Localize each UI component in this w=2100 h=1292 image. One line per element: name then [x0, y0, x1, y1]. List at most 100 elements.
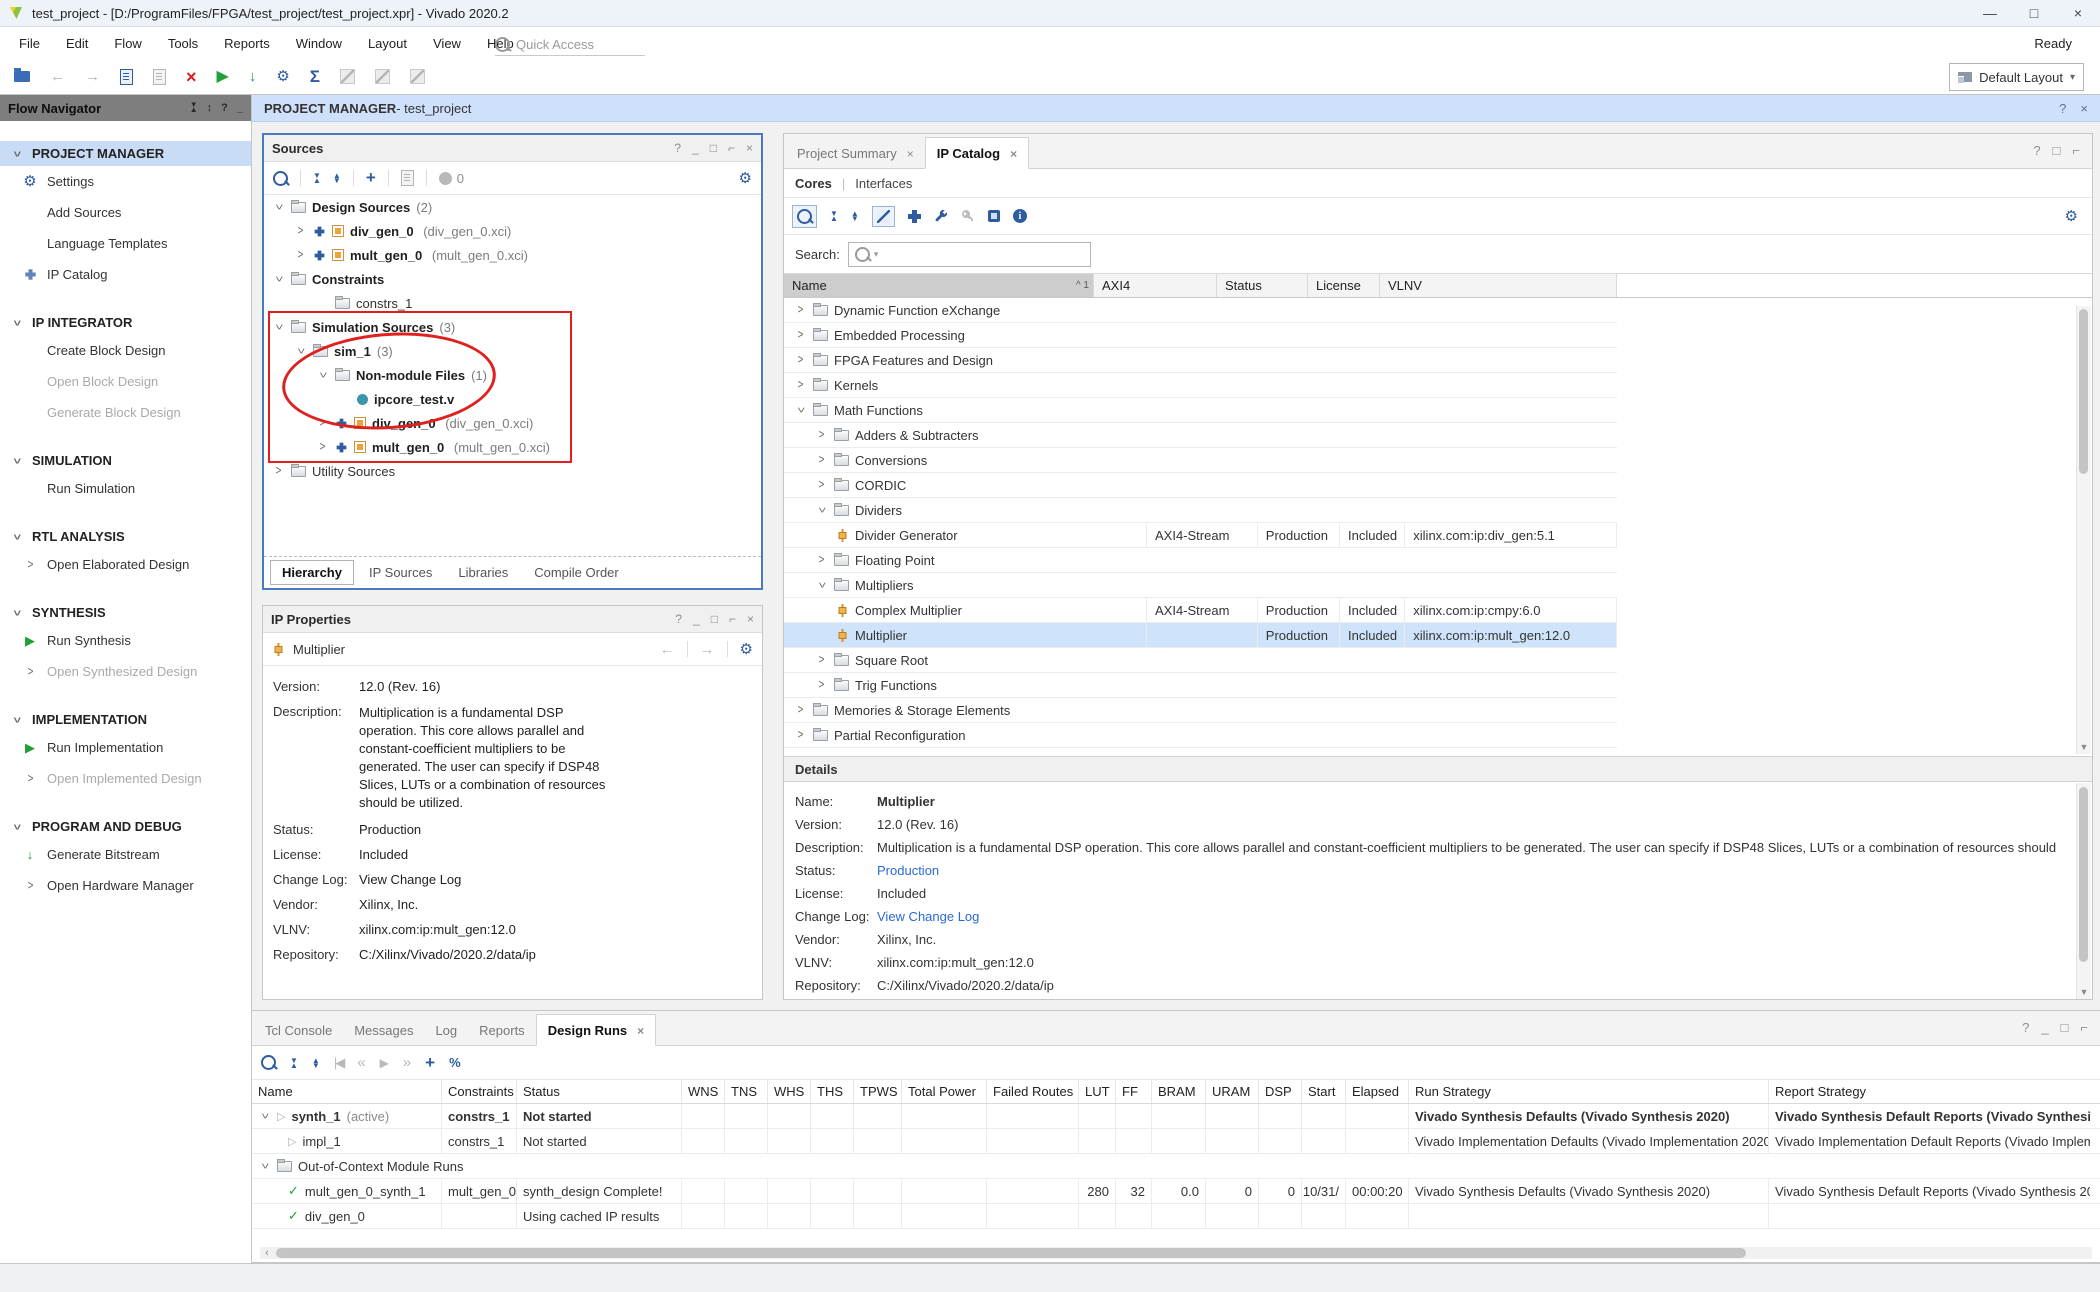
flow-nav-item-open-implemented-design[interactable]: >Open Implemented Design — [0, 763, 251, 794]
tab-hierarchy[interactable]: Hierarchy — [270, 560, 354, 585]
maximize-button[interactable]: □ — [2012, 0, 2056, 26]
float-panel-icon[interactable]: ⌐ — [728, 141, 735, 155]
column-header-lut[interactable]: LUT — [1079, 1080, 1116, 1103]
minimize-panel-icon[interactable]: _ — [692, 141, 699, 155]
flow-nav-item-open-synthesized-design[interactable]: >Open Synthesized Design — [0, 656, 251, 687]
column-header-ths[interactable]: THS — [811, 1080, 854, 1103]
property-link[interactable]: View Change Log — [359, 872, 461, 887]
detail-link[interactable]: Production — [877, 863, 939, 878]
run-row-out-of-context-module-runs[interactable]: >Out-of-Context Module Runs — [252, 1154, 2100, 1179]
collapse-all-icon[interactable]: ▼▲ — [290, 1058, 298, 1068]
open-project-icon[interactable] — [14, 71, 30, 82]
flow-nav-item-add-sources[interactable]: Add Sources — [0, 197, 251, 228]
close-icon[interactable]: × — [1010, 147, 1017, 161]
flow-nav-item-ip-catalog[interactable]: IP Catalog — [0, 259, 251, 290]
flow-nav-section-implementation[interactable]: >IMPLEMENTATION — [0, 707, 251, 732]
flow-nav-section-ip-integrator[interactable]: >IP INTEGRATOR — [0, 310, 251, 335]
vertical-scrollbar[interactable]: ▼ — [2076, 306, 2091, 754]
column-header-start[interactable]: Start — [1302, 1080, 1346, 1103]
tree-item-div-gen-0[interactable]: >div_gen_0 (div_gen_0.xci) — [264, 219, 761, 243]
redo-icon[interactable]: → — [85, 69, 100, 84]
tree-item-ipcore-test-v[interactable]: >ipcore_test.v — [264, 387, 761, 411]
run-icon[interactable]: ▶ — [217, 69, 229, 85]
collapse-all-icon[interactable]: ▼▲ — [190, 102, 198, 114]
collapse-all-icon[interactable]: ▼▲ — [830, 211, 838, 221]
minimize-panel-icon[interactable]: _ — [2041, 1020, 2048, 1035]
catalog-row-dynamic-function-exchange[interactable]: >Dynamic Function eXchange — [784, 298, 1617, 323]
expand-all-icon[interactable]: ▲▼ — [312, 1058, 320, 1068]
flow-nav-item-generate-bitstream[interactable]: ↓Generate Bitstream — [0, 839, 251, 870]
column-header-axi4[interactable]: AXI4 — [1094, 274, 1217, 297]
float-panel-icon[interactable]: ⌐ — [729, 612, 736, 626]
menu-view[interactable]: View — [420, 36, 474, 51]
tab-compile-order[interactable]: Compile Order — [523, 561, 630, 584]
flow-nav-section-simulation[interactable]: >SIMULATION — [0, 448, 251, 473]
tree-item-design-sources[interactable]: >Design Sources(2) — [264, 195, 761, 219]
ip-packager-icon[interactable] — [988, 210, 1000, 222]
column-header-report_strategy[interactable]: Report Strategy — [1769, 1080, 2090, 1103]
scroll-down-icon[interactable]: ▼ — [2077, 740, 2091, 754]
minimize-button[interactable]: — — [1968, 0, 2012, 26]
catalog-row-divider-generator[interactable]: Divider GeneratorAXI4-StreamProductionIn… — [784, 523, 1617, 548]
tree-item-constraints[interactable]: >Constraints — [264, 267, 761, 291]
close-icon[interactable]: × — [637, 1024, 644, 1038]
column-header-name[interactable]: Name^ 1 — [784, 274, 1094, 297]
catalog-row-multiplier[interactable]: MultiplierProductionIncludedxilinx.com:i… — [784, 623, 1617, 648]
run-row-div-gen-0[interactable]: ✓div_gen_0Using cached IP results — [252, 1204, 2100, 1229]
tab-reports[interactable]: Reports — [468, 1015, 536, 1045]
close-icon[interactable]: × — [746, 141, 753, 155]
close-icon[interactable]: × — [2080, 101, 2088, 116]
flow-nav-section-program-and-debug[interactable]: >PROGRAM AND DEBUG — [0, 814, 251, 839]
run-row-synth-1[interactable]: >▷synth_1 (active)constrs_1Not startedVi… — [252, 1104, 2100, 1129]
flow-nav-item-open-hardware-manager[interactable]: >Open Hardware Manager — [0, 870, 251, 901]
close-icon[interactable]: × — [747, 612, 754, 626]
horizontal-scrollbar[interactable]: ‹ — [260, 1247, 2092, 1259]
catalog-row-kernels[interactable]: >Kernels — [784, 373, 1617, 398]
save-icon[interactable] — [120, 69, 133, 85]
catalog-row-memories-storage-elements[interactable]: >Memories & Storage Elements — [784, 698, 1617, 723]
help-icon[interactable]: ? — [221, 102, 228, 114]
help-icon[interactable]: ? — [674, 141, 681, 155]
flow-nav-item-open-elaborated-design[interactable]: >Open Elaborated Design — [0, 549, 251, 580]
tree-item-non-module-files[interactable]: >Non-module Files(1) — [264, 363, 761, 387]
menu-layout[interactable]: Layout — [355, 36, 420, 51]
column-header-tpws[interactable]: TPWS — [854, 1080, 902, 1103]
expand-all-icon[interactable]: ▲▼ — [333, 173, 341, 183]
column-header-name[interactable]: Name — [252, 1080, 442, 1103]
scroll-left-icon[interactable]: ‹ — [260, 1247, 274, 1259]
maximize-panel-icon[interactable]: □ — [711, 612, 718, 626]
column-header-status[interactable]: Status — [1217, 274, 1308, 297]
column-header-status[interactable]: Status — [517, 1080, 682, 1103]
minimize-panel-icon[interactable]: _ — [237, 102, 243, 114]
gear-icon[interactable]: ⚙ — [739, 171, 752, 186]
menu-flow[interactable]: Flow — [101, 36, 154, 51]
copy-icon[interactable] — [153, 69, 166, 85]
column-header-bram[interactable]: BRAM — [1152, 1080, 1206, 1103]
column-header-failed_routes[interactable]: Failed Routes — [987, 1080, 1079, 1103]
flow-nav-item-open-block-design[interactable]: Open Block Design — [0, 366, 251, 397]
collapse-all-icon[interactable]: ▼▲ — [313, 173, 321, 183]
tree-item-simulation-sources[interactable]: >Simulation Sources(3) — [264, 315, 761, 339]
catalog-row-floating-point[interactable]: >Floating Point — [784, 548, 1617, 573]
tab-log[interactable]: Log — [424, 1015, 468, 1045]
catalog-row-adders-subtracters[interactable]: >Adders & Subtracters — [784, 423, 1617, 448]
vertical-scrollbar[interactable]: ▼ — [2076, 783, 2091, 999]
percent-icon[interactable]: % — [449, 1055, 461, 1070]
catalog-row-conversions[interactable]: >Conversions — [784, 448, 1617, 473]
subtab-cores[interactable]: Cores — [795, 176, 832, 191]
flow-nav-section-synthesis[interactable]: >SYNTHESIS — [0, 600, 251, 625]
column-header-total_power[interactable]: Total Power — [902, 1080, 987, 1103]
tab-ip-sources[interactable]: IP Sources — [358, 561, 443, 584]
tree-item-mult-gen-0[interactable]: >mult_gen_0 (mult_gen_0.xci) — [264, 435, 761, 459]
catalog-row-trig-functions[interactable]: >Trig Functions — [784, 673, 1617, 698]
undo-icon[interactable]: ← — [50, 69, 65, 84]
column-header-run_strategy[interactable]: Run Strategy — [1409, 1080, 1769, 1103]
expand-all-icon[interactable]: ▲▼ — [851, 211, 859, 221]
search-icon[interactable] — [273, 171, 288, 186]
tree-item-mult-gen-0[interactable]: >mult_gen_0 (mult_gen_0.xci) — [264, 243, 761, 267]
catalog-row-partial-reconfiguration[interactable]: >Partial Reconfiguration — [784, 723, 1617, 748]
catalog-row-complex-multiplier[interactable]: Complex MultiplierAXI4-StreamProductionI… — [784, 598, 1617, 623]
tab-ip-catalog[interactable]: IP Catalog× — [925, 137, 1029, 169]
menu-tools[interactable]: Tools — [155, 36, 211, 51]
run-row-impl-1[interactable]: ▷impl_1constrs_1Not startedVivado Implem… — [252, 1129, 2100, 1154]
